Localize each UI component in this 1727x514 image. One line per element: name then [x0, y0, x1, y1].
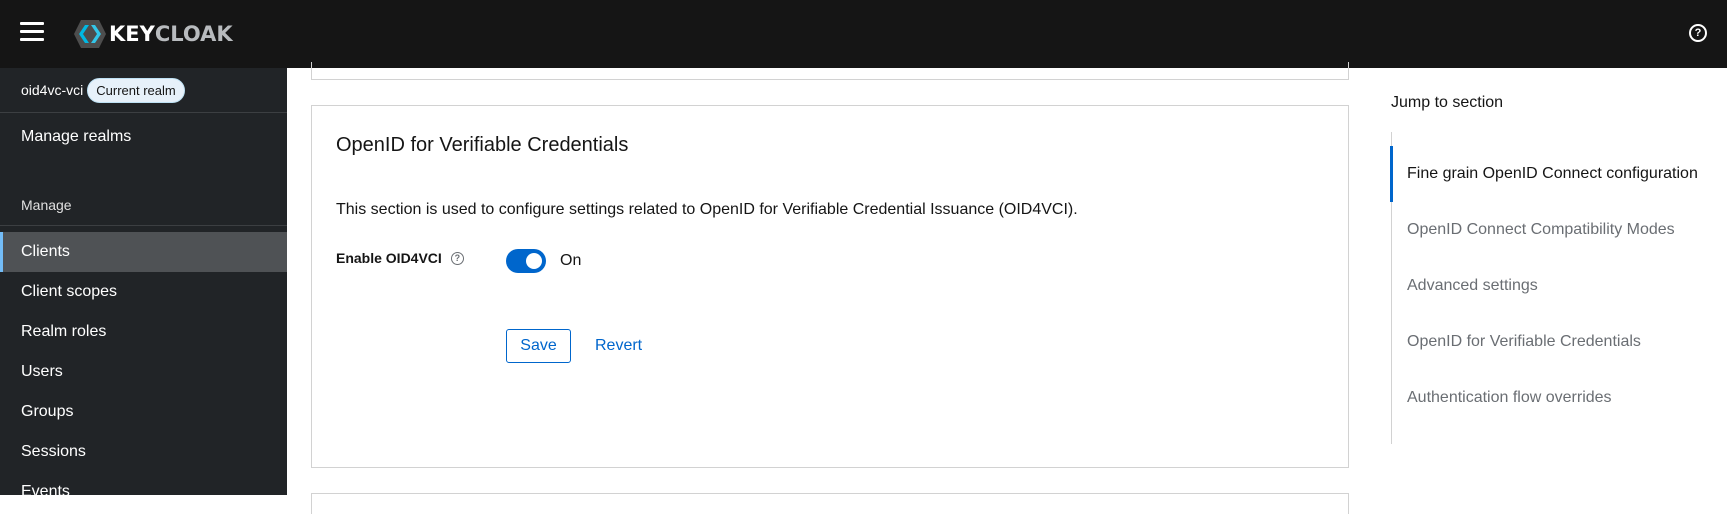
sidebar: oid4vc-vci Current realm Manage realms M…	[0, 68, 287, 500]
realm-name: oid4vc-vci	[21, 82, 84, 98]
jump-title: Jump to section	[1391, 94, 1504, 111]
hamburger-menu-icon[interactable]	[20, 22, 44, 42]
section-title: OpenID for Verifiable Credentials	[336, 134, 629, 156]
save-button[interactable]: Save	[506, 329, 571, 363]
section-description: This section is used to configure settin…	[336, 201, 1078, 218]
enable-oid4vci-label: Enable OID4VCI ?	[336, 250, 464, 266]
jump-link-compatibility-modes[interactable]: OpenID Connect Compatibility Modes	[1392, 202, 1712, 258]
jump-link-advanced-settings[interactable]: Advanced settings	[1392, 258, 1712, 314]
sidebar-item-groups[interactable]: Groups	[0, 392, 287, 432]
switch-knob	[526, 253, 542, 269]
jump-link-oid4vc[interactable]: OpenID for Verifiable Credentials	[1392, 314, 1712, 370]
enable-oid4vci-switch[interactable]	[506, 249, 546, 273]
masthead: KEY CLOAK ?	[0, 0, 1727, 68]
sidebar-item-client-scopes[interactable]: Client scopes	[0, 272, 287, 312]
sidebar-item-realm-roles[interactable]: Realm roles	[0, 312, 287, 352]
revert-button[interactable]: Revert	[595, 329, 642, 363]
help-icon[interactable]: ?	[450, 251, 464, 265]
jump-link-fine-grain[interactable]: Fine grain OpenID Connect configuration	[1390, 146, 1712, 202]
jump-to-section: Jump to section Fine grain OpenID Connec…	[1390, 68, 1727, 495]
nav-section-title: Manage	[21, 197, 72, 213]
help-icon[interactable]: ?	[1689, 24, 1707, 42]
switch-state-label: On	[560, 252, 582, 269]
sidebar-item-sessions[interactable]: Sessions	[0, 432, 287, 472]
manage-realms-link[interactable]: Manage realms	[0, 113, 287, 161]
logo-text-secondary: CLOAK	[154, 22, 233, 46]
sidebar-item-clients[interactable]: Clients	[0, 232, 287, 272]
sidebar-item-events[interactable]: Events	[0, 472, 287, 512]
sidebar-item-users[interactable]: Users	[0, 352, 287, 392]
keycloak-logo[interactable]: KEY CLOAK	[73, 18, 233, 50]
enable-oid4vci-label-text: Enable OID4VCI	[336, 250, 442, 266]
keycloak-hexagon-icon	[74, 20, 106, 48]
jump-link-auth-flow-overrides[interactable]: Authentication flow overrides	[1392, 370, 1712, 426]
logo-text-primary: KEY	[109, 22, 155, 46]
nav-divider	[0, 225, 287, 226]
next-section-card	[311, 493, 1349, 514]
nav-list: Clients Client scopes Realm roles Users …	[0, 232, 287, 512]
realm-selector[interactable]: oid4vc-vci Current realm	[0, 68, 287, 113]
current-realm-badge: Current realm	[87, 77, 185, 103]
jump-links-list: Fine grain OpenID Connect configuration …	[1390, 132, 1712, 444]
oid4vc-section-card: OpenID for Verifiable Credentials This s…	[311, 105, 1349, 468]
previous-section-card	[311, 62, 1349, 80]
